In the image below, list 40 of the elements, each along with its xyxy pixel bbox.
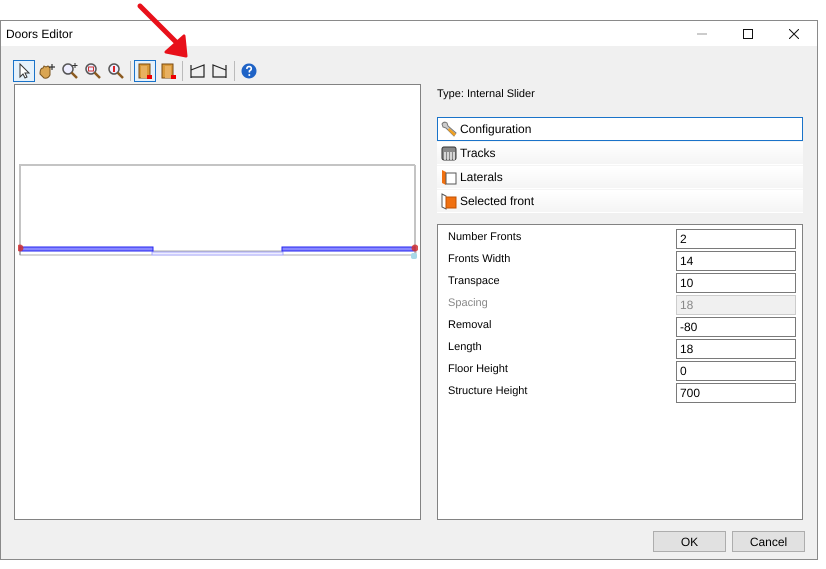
property-field[interactable]: 700 xyxy=(676,383,796,403)
property-label: Transpace xyxy=(448,274,501,289)
hand-icon xyxy=(38,62,56,80)
property-field[interactable]: 2 xyxy=(676,229,796,249)
type-label: Type: Internal Slider xyxy=(437,87,536,102)
section-header[interactable]: Selected front xyxy=(437,189,803,213)
property-field[interactable]: 14 xyxy=(676,251,796,271)
tracks-icon xyxy=(440,144,458,162)
laterals-icon xyxy=(440,168,458,186)
zoom-reset-icon xyxy=(107,62,125,80)
zoom-fit-icon xyxy=(84,62,102,80)
property-field[interactable]: 18 xyxy=(676,339,796,359)
toolbar-button[interactable] xyxy=(13,60,35,82)
property-field[interactable]: -80 xyxy=(676,317,796,337)
section-header[interactable]: Laterals xyxy=(437,165,803,189)
close-icon xyxy=(789,28,799,38)
property-label: Spacing xyxy=(448,296,489,311)
property-label: Fronts Width xyxy=(448,252,512,267)
maximize-icon xyxy=(743,28,753,38)
toolbar-button[interactable] xyxy=(134,60,156,82)
front-icon xyxy=(440,192,458,210)
trapezoid-icon xyxy=(211,62,229,80)
property-field[interactable]: 0 xyxy=(676,361,796,381)
property-label: Structure Height xyxy=(448,384,528,399)
help-icon xyxy=(240,62,258,80)
door-icon xyxy=(159,62,177,80)
section-header[interactable]: Configuration xyxy=(437,117,803,141)
property-field[interactable]: 10 xyxy=(676,273,796,293)
property-label: Number Fronts xyxy=(448,230,522,245)
dialog-button[interactable]: OK xyxy=(653,531,726,552)
section-header[interactable]: Tracks xyxy=(437,141,803,165)
zoom-in-icon xyxy=(61,62,79,80)
property-label: Removal xyxy=(448,318,492,333)
property-label: Length xyxy=(448,340,483,355)
window-title: Doors Editor xyxy=(5,26,74,42)
wrench-icon xyxy=(440,120,458,138)
property-label: Floor Height xyxy=(448,362,509,377)
trapezoid-icon xyxy=(188,62,206,80)
door-icon xyxy=(136,62,154,80)
dialog-button[interactable]: Cancel xyxy=(732,531,805,552)
